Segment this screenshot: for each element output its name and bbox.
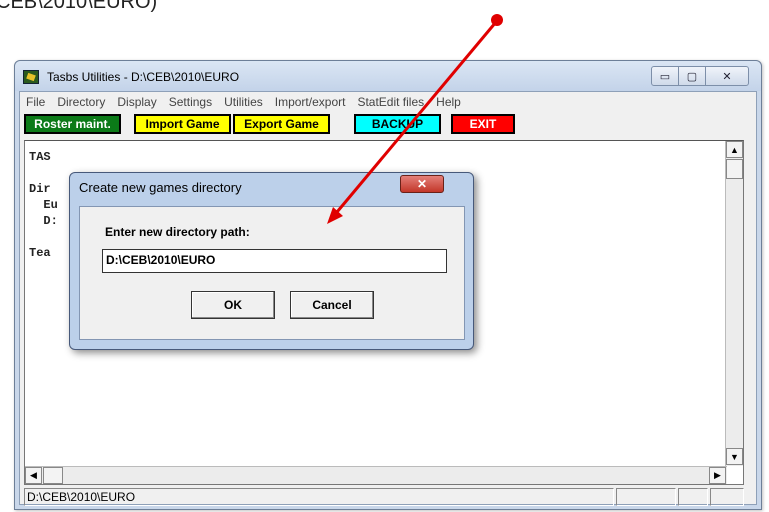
scroll-left-icon[interactable]: ◀ bbox=[25, 467, 42, 484]
status-panel-2 bbox=[616, 488, 676, 506]
content-text: TAS Dir Eu D: Tea bbox=[29, 150, 58, 260]
scroll-up-icon[interactable]: ▲ bbox=[726, 141, 743, 158]
menu-import-export[interactable]: Import/export bbox=[269, 92, 352, 112]
menu-help[interactable]: Help bbox=[430, 92, 467, 112]
title-bar[interactable]: Tasbs Utilities - D:\CEB\2010\EURO ▭ ▢ ✕ bbox=[15, 61, 761, 91]
status-panel-4 bbox=[710, 488, 744, 506]
window-title: Tasbs Utilities - D:\CEB\2010\EURO bbox=[47, 70, 240, 84]
roster-maint-button[interactable]: Roster maint. bbox=[24, 114, 121, 134]
vertical-scrollbar[interactable]: ▲ ▼ bbox=[725, 141, 743, 466]
scroll-down-icon[interactable]: ▼ bbox=[726, 448, 743, 465]
menu-statedit-files[interactable]: StatEdit files bbox=[351, 92, 430, 112]
horizontal-scrollbar[interactable]: ◀ ▶ bbox=[25, 466, 727, 484]
menu-bar: File Directory Display Settings Utilitie… bbox=[20, 92, 756, 112]
annotation-dot bbox=[491, 14, 503, 26]
export-game-button[interactable]: Export Game bbox=[233, 114, 330, 134]
menu-utilities[interactable]: Utilities bbox=[218, 92, 269, 112]
dialog-title: Create new games directory bbox=[79, 180, 242, 195]
scroll-right-icon[interactable]: ▶ bbox=[709, 467, 726, 484]
directory-path-input[interactable]: D:\CEB\2010\EURO bbox=[102, 249, 447, 273]
minimize-button[interactable]: ▭ bbox=[651, 66, 679, 86]
close-button[interactable]: ✕ bbox=[705, 66, 749, 86]
directory-prompt: Enter new directory path: bbox=[105, 225, 250, 239]
maximize-button[interactable]: ▢ bbox=[678, 66, 706, 86]
menu-directory[interactable]: Directory bbox=[51, 92, 111, 112]
dialog-body: Enter new directory path: D:\CEB\2010\EU… bbox=[79, 206, 465, 340]
status-panel-3 bbox=[678, 488, 708, 506]
caption-text: CEB\2010\EURO) bbox=[0, 0, 158, 13]
menu-settings[interactable]: Settings bbox=[163, 92, 218, 112]
new-directory-dialog: Create new games directory ✕ Enter new d… bbox=[69, 172, 474, 350]
backup-button[interactable]: BACKUP bbox=[354, 114, 441, 134]
menu-file[interactable]: File bbox=[20, 92, 51, 112]
scroll-hthumb[interactable] bbox=[43, 467, 63, 484]
app-icon bbox=[23, 70, 39, 84]
ok-button[interactable]: OK bbox=[191, 291, 275, 319]
status-bar: D:\CEB\2010\EURO bbox=[24, 488, 744, 506]
cancel-button[interactable]: Cancel bbox=[290, 291, 374, 319]
dialog-close-icon[interactable]: ✕ bbox=[400, 175, 444, 193]
exit-button[interactable]: EXIT bbox=[451, 114, 515, 134]
status-path: D:\CEB\2010\EURO bbox=[24, 488, 614, 506]
import-game-button[interactable]: Import Game bbox=[134, 114, 231, 134]
scroll-thumb[interactable] bbox=[726, 159, 743, 179]
menu-display[interactable]: Display bbox=[111, 92, 162, 112]
